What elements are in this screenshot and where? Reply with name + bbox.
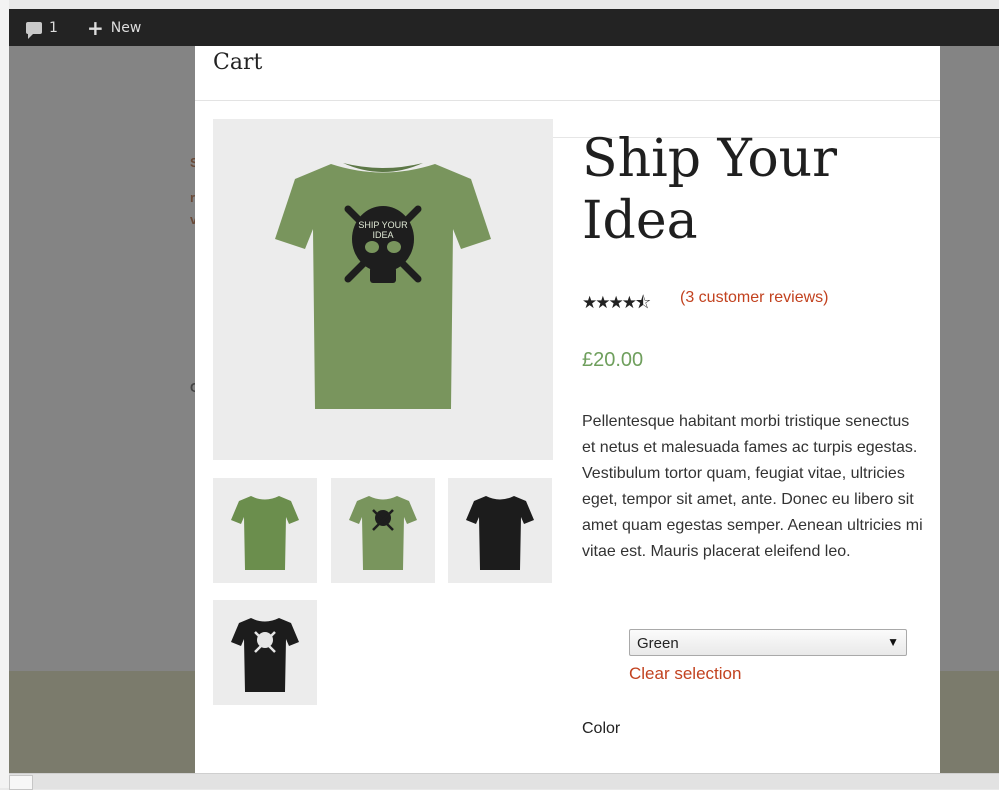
product-title: Ship Your Idea [582,129,838,251]
gallery-thumbnail[interactable] [448,478,552,583]
gallery-thumbnail[interactable] [213,478,317,583]
new-content-link[interactable]: + New [87,9,141,46]
cart-title[interactable]: Cart [213,50,262,75]
tshirt-image: SHIP YOUR IDEA [275,163,491,409]
color-attribute-label: Color [582,720,621,737]
reviews-link[interactable]: (3 customer reviews) [680,289,828,307]
product-main-image[interactable]: SHIP YOUR IDEA [213,119,553,460]
product-price: £20.00 [582,349,644,371]
plus-icon: + [87,15,104,40]
product-description: Pellentesque habitant morbi tristique se… [582,413,923,560]
new-label: New [110,19,142,36]
star-rating-icon: ★★★★⯪ [582,293,651,312]
tshirt-thumbnail-icon [349,496,417,570]
color-select[interactable]: Green ▼ [629,629,907,656]
tshirt-thumbnail-icon [466,496,534,570]
gallery-thumbnail[interactable] [331,478,435,583]
svg-text:IDEA: IDEA [372,230,393,240]
svg-text:SHIP YOUR: SHIP YOUR [358,220,408,230]
dropdown-arrow-icon: ▼ [887,635,899,649]
horizontal-scrollbar[interactable] [9,773,999,789]
admin-bar: 1 + New [9,9,999,46]
tshirt-thumbnail-icon [231,618,299,692]
comments-count: 1 [49,19,58,36]
tshirt-thumbnail-icon [231,496,299,570]
comment-icon [26,21,42,39]
modal-header: Cart [195,46,940,101]
clear-selection-link[interactable]: Clear selection [629,664,741,684]
comments-link[interactable]: 1 [26,9,58,46]
page-left-edge [0,0,9,788]
color-select-value: Green [637,635,679,652]
quick-view-modal: Cart SHIP YOUR IDEA Ship Your Idea ★★★★⯪… [195,46,940,773]
gallery-thumbnail[interactable] [213,600,317,705]
